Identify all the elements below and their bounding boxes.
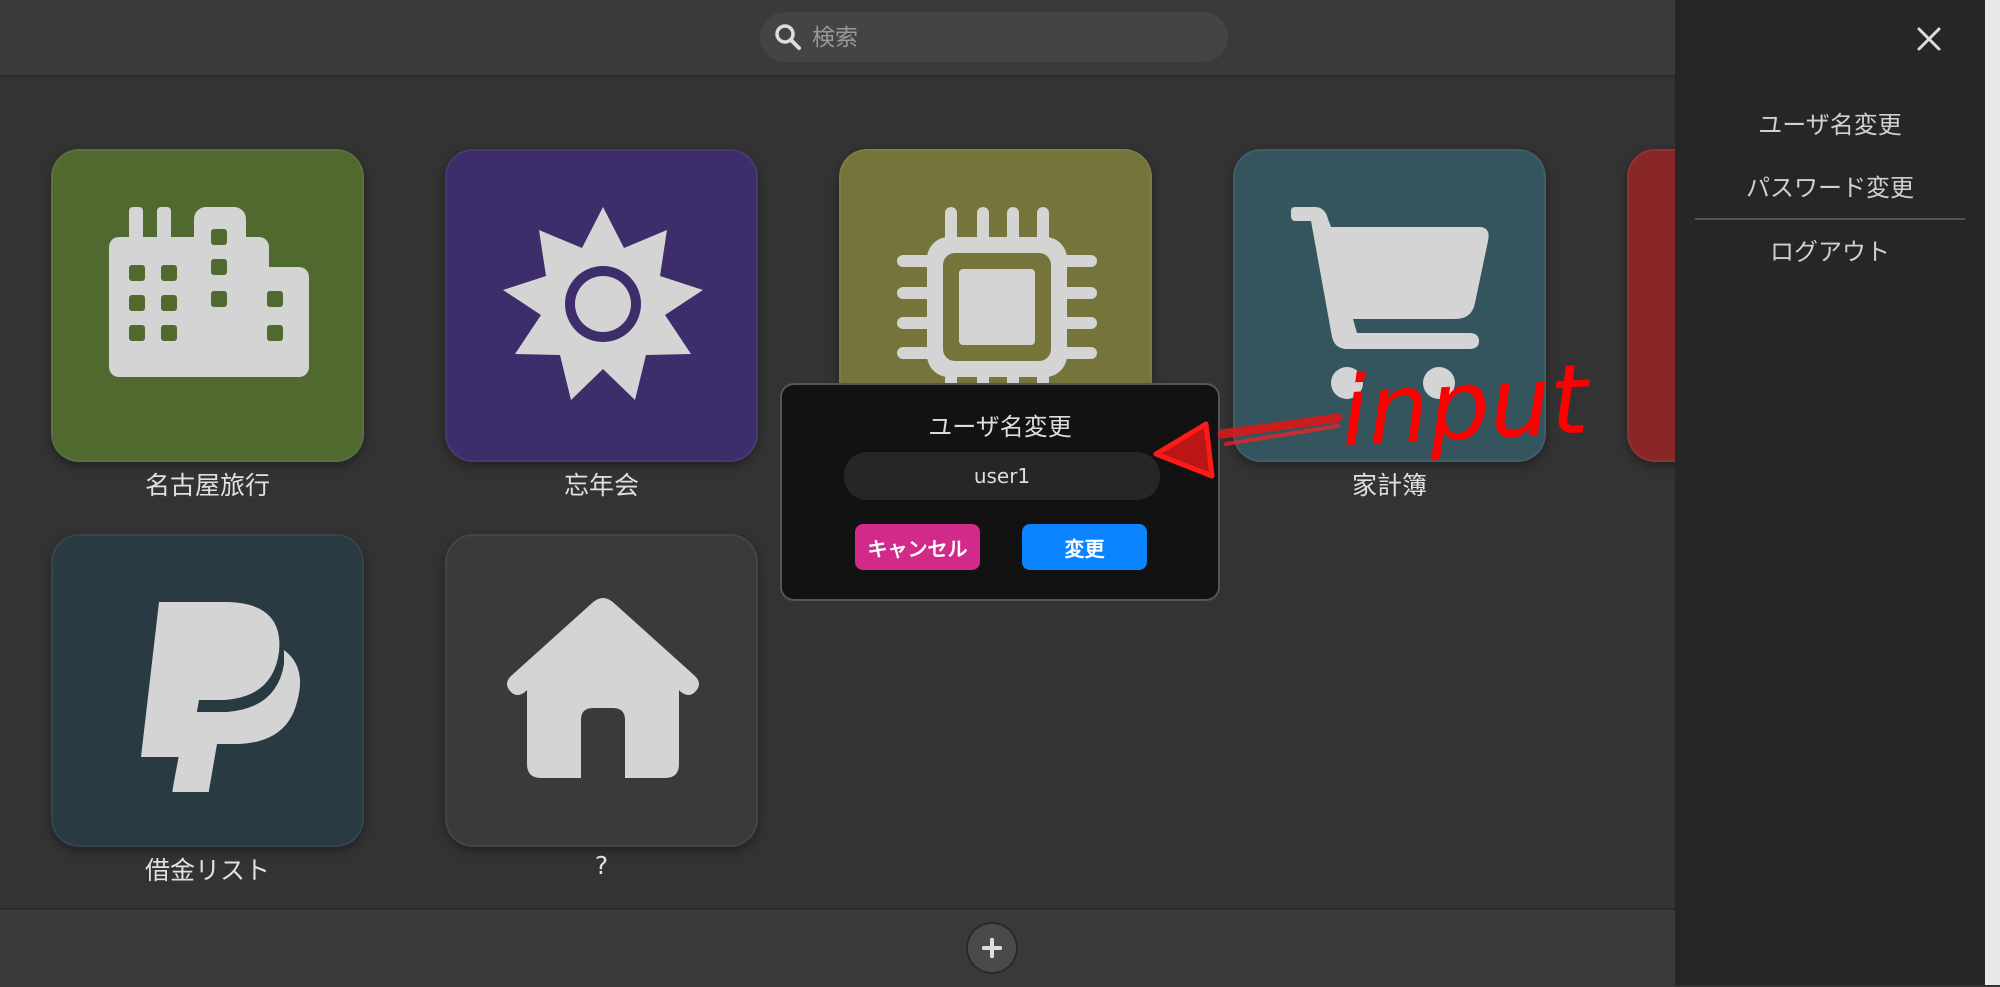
add-button[interactable] xyxy=(966,922,1018,974)
username-input[interactable] xyxy=(844,452,1160,500)
tile-label: 家計簿 xyxy=(1351,471,1427,500)
tile-label: 忘年会 xyxy=(563,471,639,500)
tile-label: 名古屋旅行 xyxy=(144,471,270,500)
search-input[interactable] xyxy=(810,12,1214,64)
menu-item-logout[interactable]: ログアウト xyxy=(1695,232,1965,267)
tile-household-budget[interactable] xyxy=(1233,149,1546,462)
microchip-icon xyxy=(897,207,1097,407)
bottom-bar xyxy=(0,908,1675,987)
menu-divider xyxy=(1695,218,1965,220)
sun-icon xyxy=(503,207,703,400)
tile-unknown[interactable] xyxy=(445,534,758,847)
dialog-title: ユーザ名変更 xyxy=(928,413,1072,441)
tile-nagoya-trip[interactable] xyxy=(51,149,364,462)
top-bar xyxy=(0,0,1675,77)
close-icon[interactable] xyxy=(1914,24,1944,54)
tile-year-end-party[interactable] xyxy=(445,149,758,462)
menu-item-change-username[interactable]: ユーザ名変更 xyxy=(1695,105,1965,140)
search-box[interactable] xyxy=(760,12,1228,64)
tile-debt-list[interactable] xyxy=(51,534,364,847)
scrollbar[interactable] xyxy=(1985,0,2000,985)
side-panel: ユーザ名変更 パスワード変更 ログアウト xyxy=(1675,0,1985,985)
change-button[interactable]: 変更 xyxy=(1022,524,1147,570)
city-icon xyxy=(109,207,309,377)
plus-icon xyxy=(982,938,1002,958)
tile-label: 借金リスト xyxy=(144,856,270,885)
menu-item-change-password[interactable]: パスワード変更 xyxy=(1695,168,1965,203)
tile-label: ? xyxy=(594,851,609,880)
shopping-cart-icon xyxy=(1291,207,1489,399)
paypal-icon xyxy=(141,602,300,792)
home-icon xyxy=(507,598,699,778)
search-icon xyxy=(775,24,801,50)
cancel-button[interactable]: キャンセル xyxy=(855,524,980,570)
change-username-dialog: ユーザ名変更 キャンセル 変更 xyxy=(780,383,1220,601)
